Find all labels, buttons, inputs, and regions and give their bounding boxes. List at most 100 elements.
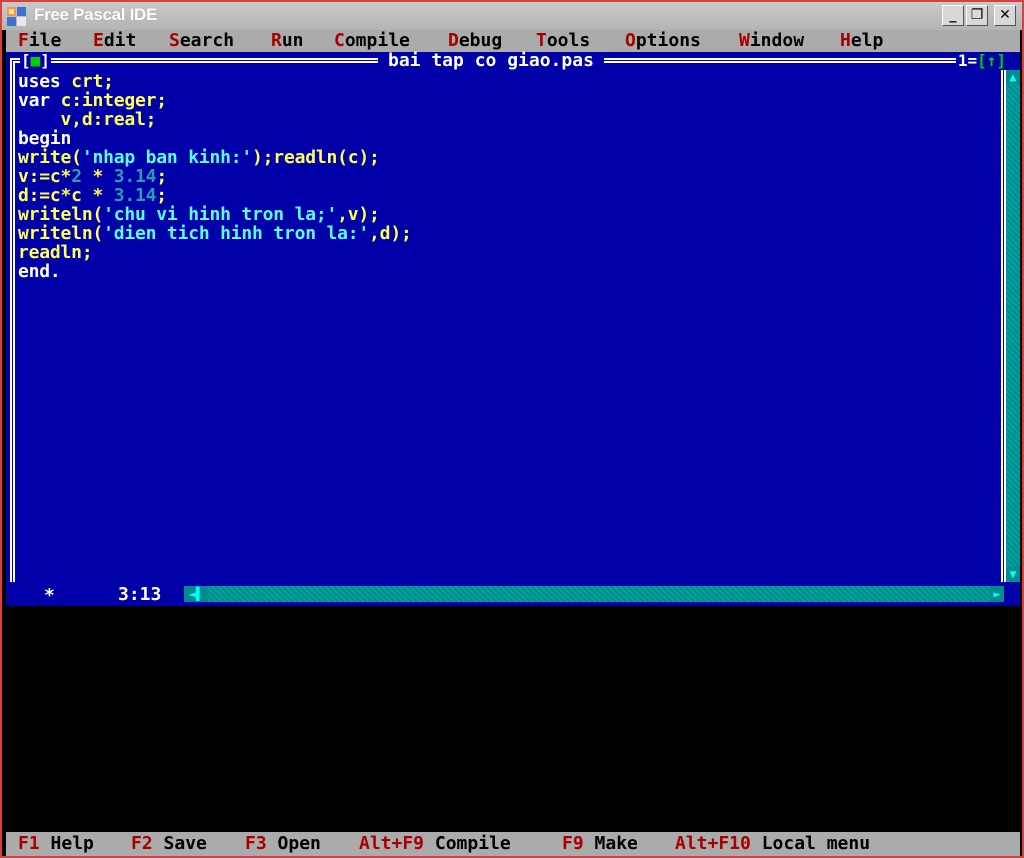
menu-window-hotkey: W (739, 30, 750, 51)
restore-button[interactable]: ❐ (966, 5, 988, 26)
status-local-menu-key: Alt+F10 (675, 833, 751, 854)
code-line[interactable]: var c:integer; (18, 91, 998, 110)
window-number[interactable]: 1=[↑] (955, 51, 1008, 70)
menu-search-hotkey: S (169, 30, 180, 51)
minimize-button[interactable]: _ (942, 5, 964, 26)
menu-edit-hotkey: E (93, 30, 104, 51)
scroll-down-arrow-icon[interactable]: ▼ (1006, 567, 1020, 581)
status-make-key: F9 (562, 833, 584, 854)
menu-window[interactable]: Window (739, 30, 804, 52)
menu-compile[interactable]: Compile (334, 30, 410, 52)
title-bar[interactable]: Free Pascal IDE _ ❐ ✕ (2, 0, 1022, 30)
status-help-label: Help (50, 833, 94, 854)
code-token: 'chu vi hinh tron la;' (103, 204, 338, 225)
code-line[interactable]: readln; (18, 243, 998, 262)
code-token: 'dien tich hinh tron la:' (103, 223, 370, 244)
code-token: v,d:real; (18, 109, 157, 130)
window-number-value: 1 (957, 51, 968, 70)
status-save-key: F2 (131, 833, 153, 854)
menu-bar: File Edit Search Run Compile Debug Tools… (6, 30, 1020, 52)
code-line[interactable]: v,d:real; (18, 110, 998, 129)
editor-bottom-frame: * 3:13 ◄▌ ► (6, 582, 1020, 606)
menu-help-hotkey: H (840, 30, 851, 51)
code-token: writeln( (18, 223, 104, 244)
editor-file-title: bai tap co giao.pas (378, 52, 604, 70)
close-box-close: ] (40, 51, 50, 70)
status-make[interactable]: F9 Make (562, 832, 638, 856)
status-local-menu-label: Local menu (761, 833, 871, 854)
menu-options-label: ptions (635, 30, 701, 51)
menu-compile-hotkey: C (334, 30, 345, 51)
menu-file[interactable]: File (18, 30, 61, 52)
code-token: ; (156, 185, 167, 206)
menu-window-label: indow (749, 30, 805, 51)
menu-edit[interactable]: Edit (93, 30, 136, 52)
code-line[interactable]: write('nhap ban kinh:');readln(c); (18, 148, 998, 167)
code-line[interactable]: writeln('dien tich hinh tron la:',d); (18, 224, 998, 243)
code-token: crt; (71, 71, 114, 92)
menu-compile-label: ompile (344, 30, 410, 51)
menu-file-hotkey: F (18, 30, 29, 51)
code-line[interactable]: v:=c*2 * 3.14; (18, 167, 998, 186)
status-local-menu[interactable]: Alt+F10 Local menu (675, 832, 870, 856)
ide-window: Free Pascal IDE _ ❐ ✕ File Edit Search R… (0, 0, 1024, 858)
status-make-label: Make (594, 833, 638, 854)
menu-debug-label: ebug (458, 30, 503, 51)
status-open-label: Open (277, 833, 321, 854)
status-bar: F1 Help F2 Save F3 Open Alt+F9 Compile F… (6, 832, 1020, 856)
status-help[interactable]: F1 Help (18, 832, 94, 856)
free-pascal-app-icon[interactable] (6, 5, 28, 27)
code-token: 'nhap ban kinh:' (81, 147, 253, 168)
scroll-left-arrow-icon[interactable]: ◄▌ (184, 586, 208, 602)
code-token: end. (18, 261, 61, 282)
menu-tools[interactable]: Tools (536, 30, 590, 52)
status-compile[interactable]: Alt+F9 Compile (359, 832, 511, 856)
vertical-scrollbar[interactable] (1006, 70, 1020, 588)
code-line[interactable]: writeln('chu vi hinh tron la;',v); (18, 205, 998, 224)
code-line[interactable]: d:=c*c * 3.14; (18, 186, 998, 205)
editor-window[interactable]: [■] bai tap co giao.pas 1=[↑] uses crt; v… (6, 52, 1020, 606)
menu-file-label: ile (28, 30, 62, 51)
status-help-key: F1 (18, 833, 40, 854)
scroll-right-arrow-icon[interactable]: ► (990, 586, 1004, 602)
menu-run[interactable]: Run (271, 30, 304, 52)
code-token: );readln(c); (252, 147, 380, 168)
menu-tools-hotkey: T (536, 30, 547, 51)
scroll-up-arrow-icon[interactable]: ▲ (1006, 70, 1020, 84)
code-token: 3.14 (113, 166, 157, 187)
code-line[interactable]: uses crt; (18, 72, 998, 91)
zoom-icon[interactable]: [↑] (977, 51, 1006, 70)
code-token: * (81, 166, 114, 187)
code-token: ; (156, 166, 167, 187)
status-open[interactable]: F3 Open (245, 832, 321, 856)
code-token: 3.14 (113, 185, 157, 206)
code-token: writeln( (18, 204, 104, 225)
menu-options-hotkey: O (625, 30, 636, 51)
close-box-open: [ (21, 51, 31, 70)
code-token: readln; (18, 242, 93, 263)
code-token: d:=c*c * (18, 185, 114, 206)
status-open-key: F3 (245, 833, 267, 854)
menu-search[interactable]: Search (169, 30, 234, 52)
close-button[interactable]: ✕ (994, 5, 1016, 26)
code-token: c:integer; (60, 90, 168, 111)
code-token: ,d); (369, 223, 412, 244)
code-token: begin (18, 128, 72, 149)
menu-debug[interactable]: Debug (448, 30, 502, 52)
menu-debug-hotkey: D (448, 30, 459, 51)
code-area[interactable]: uses crt; var c:integer; v,d:real; begin wr… (18, 72, 998, 281)
menu-search-label: earch (179, 30, 235, 51)
menu-run-label: un (281, 30, 304, 51)
code-line[interactable]: end. (18, 262, 998, 281)
close-box[interactable]: [■] (20, 52, 51, 70)
menu-help[interactable]: Help (840, 30, 883, 52)
menu-run-hotkey: R (271, 30, 282, 51)
menu-options[interactable]: Options (625, 30, 701, 52)
window-title: Free Pascal IDE (34, 5, 158, 24)
horizontal-scrollbar[interactable] (184, 586, 1002, 602)
status-save[interactable]: F2 Save (131, 832, 207, 856)
status-save-label: Save (163, 833, 207, 854)
cursor-position: 3:13 (118, 584, 162, 605)
code-line[interactable]: begin (18, 129, 998, 148)
code-token: 2 (71, 166, 82, 187)
